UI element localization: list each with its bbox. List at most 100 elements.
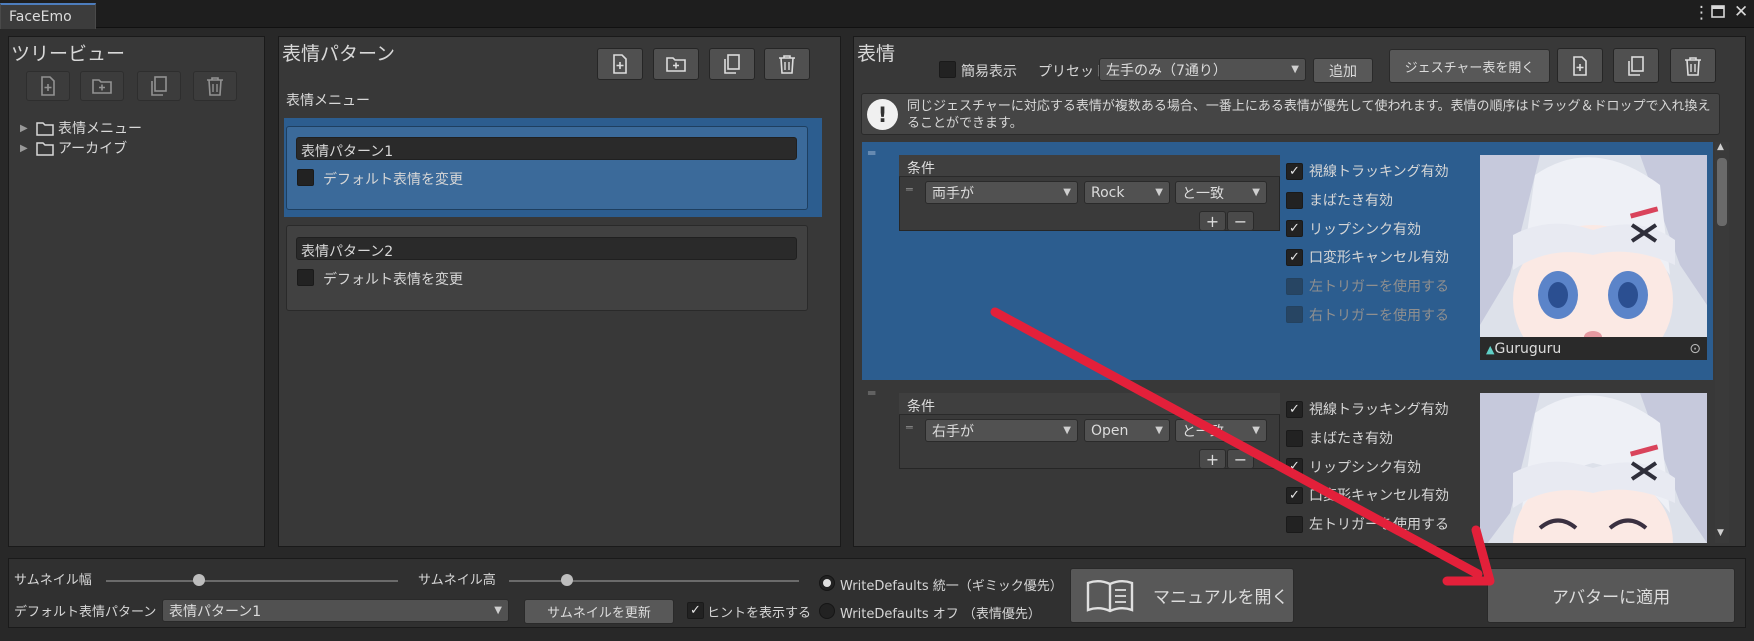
new-file-button[interactable] [26, 71, 70, 101]
hand-value: 両手が [932, 185, 974, 202]
remove-condition-button[interactable]: − [1227, 449, 1254, 469]
remove-condition-button[interactable]: − [1227, 211, 1254, 231]
option-row[interactable]: 左トリガーを使用する [1286, 510, 1449, 539]
hint-text: 同じジェスチャーに対応する表情が複数ある場合、一番上にある表情が優先して使われま… [907, 99, 1711, 131]
open-manual-button[interactable]: マニュアルを開く [1070, 568, 1294, 623]
folder-icon [36, 141, 54, 156]
match-value: と一致 [1182, 185, 1224, 202]
animation-clip-field[interactable]: ▲Guruguru ⊙ [1480, 337, 1707, 360]
delete-pattern-button[interactable] [764, 48, 810, 80]
scrollbar-thumb[interactable] [1717, 158, 1727, 226]
copy-button[interactable] [137, 71, 181, 101]
scroll-down-icon[interactable]: ▼ [1717, 528, 1724, 538]
simple-view-label: 簡易表示 [961, 64, 1017, 80]
option-checkbox[interactable] [1286, 515, 1303, 533]
delete-button[interactable] [193, 71, 237, 101]
hand-dropdown[interactable]: 右手が ▼ [925, 419, 1078, 442]
pattern-name-field[interactable]: 表情パターン1 [296, 137, 797, 160]
show-hints-label: ヒントを表示する [707, 606, 812, 621]
default-expression-checkbox[interactable] [297, 169, 314, 186]
expand-triangle-icon[interactable]: ▶ [20, 123, 32, 134]
open-gesture-table-button[interactable]: ジェスチャー表を開く [1389, 49, 1550, 83]
new-file-icon [1573, 55, 1587, 76]
thumbnail-height-label: サムネイル高 [418, 573, 496, 588]
option-row[interactable]: まばたき有効 [1286, 186, 1449, 215]
option-row[interactable]: 右トリガーを使用する [1286, 300, 1449, 329]
thumbnail-height-slider-knob[interactable] [561, 574, 573, 586]
option-row[interactable]: ✓ 視線トラッキング有効 [1286, 395, 1449, 424]
write-defaults-off-radio[interactable] [819, 603, 835, 619]
option-checkbox[interactable] [1286, 306, 1303, 324]
gesture-dropdown[interactable]: Rock ▼ [1084, 181, 1170, 204]
option-checkbox[interactable]: ✓ [1286, 458, 1303, 476]
window-tab[interactable]: FaceEmo [0, 3, 96, 29]
thumbnail-height-slider[interactable] [509, 580, 799, 582]
option-checkbox[interactable] [1286, 191, 1303, 209]
option-row[interactable]: 左トリガーを使用する [1286, 272, 1449, 301]
option-checkbox[interactable]: ✓ [1286, 248, 1303, 266]
pattern-name-field[interactable]: 表情パターン2 [296, 237, 797, 260]
simple-view-checkbox[interactable] [939, 61, 956, 78]
maximize-icon[interactable] [1710, 1, 1726, 26]
preset-dropdown[interactable]: 左手のみ（7通り） ▼ [1099, 58, 1306, 81]
option-checkbox[interactable]: ✓ [1286, 400, 1303, 418]
folder-icon [36, 121, 54, 136]
add-pattern-folder-button[interactable] [653, 48, 699, 80]
close-icon[interactable]: ✕ [1734, 2, 1748, 22]
option-label: 視線トラッキング有効 [1309, 402, 1449, 419]
option-label: 右トリガーを使用する [1309, 307, 1449, 324]
scroll-up-icon[interactable]: ▲ [1717, 142, 1724, 152]
add-expression-button[interactable] [1557, 48, 1603, 83]
add-preset-button[interactable]: 追加 [1313, 58, 1373, 83]
copy-pattern-button[interactable] [709, 48, 755, 80]
drag-handle-icon[interactable]: ═ [868, 386, 875, 400]
option-row[interactable]: ✓ 口変形キャンセル有効 [1286, 243, 1449, 272]
hand-dropdown[interactable]: 両手が ▼ [925, 181, 1078, 204]
show-hints-checkbox[interactable]: ✓ [687, 602, 704, 619]
gesture-dropdown[interactable]: Open ▼ [1084, 419, 1170, 442]
default-pattern-dropdown[interactable]: 表情パターン1 ▼ [162, 599, 509, 622]
title-bar [0, 0, 1754, 28]
write-defaults-on-radio[interactable] [819, 575, 835, 591]
tree-item-archive[interactable]: ▶ アーカイブ [20, 138, 127, 158]
option-checkbox[interactable] [1286, 429, 1303, 447]
object-picker-icon[interactable]: ⊙ [1689, 341, 1701, 357]
new-folder-button[interactable] [80, 71, 124, 101]
default-expression-checkbox[interactable] [297, 269, 314, 286]
tree-item-expression-menu[interactable]: ▶ 表情メニュー [20, 118, 142, 138]
add-condition-button[interactable]: + [1199, 211, 1226, 231]
expand-triangle-icon[interactable]: ▶ [20, 143, 32, 154]
match-dropdown[interactable]: と一致 ▼ [1175, 181, 1267, 204]
thumbnail-width-label: サムネイル幅 [14, 573, 92, 588]
options-list: ✓ 視線トラッキング有効 まばたき有効 ✓ リップシンク有効 ✓ 口変形キャンセル有効… [1286, 157, 1449, 329]
trash-icon [207, 77, 223, 96]
update-thumbnails-button[interactable]: サムネイルを更新 [524, 599, 674, 624]
option-checkbox[interactable]: ✓ [1286, 486, 1303, 504]
condition-header: 条件 [899, 155, 1280, 177]
option-row[interactable]: ✓ リップシンク有効 [1286, 214, 1449, 243]
option-row[interactable]: ✓ 口変形キャンセル有効 [1286, 481, 1449, 510]
add-pattern-button[interactable] [597, 48, 643, 80]
drag-handle-icon[interactable]: ═ [906, 421, 913, 434]
more-menu-icon[interactable]: ⋮ [1693, 3, 1710, 23]
drag-handle-icon[interactable]: ═ [868, 146, 875, 160]
copy-expression-button[interactable] [1613, 48, 1659, 83]
thumbnail-width-slider[interactable] [106, 580, 398, 582]
patterns-heading: 表情パターン [282, 43, 396, 65]
delete-expression-button[interactable] [1670, 48, 1716, 83]
info-icon: ! [867, 99, 898, 130]
option-checkbox[interactable]: ✓ [1286, 162, 1303, 180]
drag-handle-icon[interactable]: ═ [906, 183, 913, 196]
option-row[interactable]: ✓ リップシンク有効 [1286, 452, 1449, 481]
option-checkbox[interactable]: ✓ [1286, 220, 1303, 238]
option-row[interactable]: ✓ 視線トラッキング有効 [1286, 157, 1449, 186]
expression-thumbnail [1480, 393, 1707, 543]
apply-to-avatar-button[interactable]: アバターに適用 [1487, 568, 1735, 623]
option-checkbox[interactable] [1286, 277, 1303, 295]
chevron-down-icon: ▼ [1155, 425, 1163, 436]
add-condition-button[interactable]: + [1199, 449, 1226, 469]
match-dropdown[interactable]: と一致 ▼ [1175, 419, 1267, 442]
copy-icon [724, 54, 740, 74]
gesture-value: Open [1091, 422, 1129, 439]
option-row[interactable]: まばたき有効 [1286, 424, 1449, 453]
